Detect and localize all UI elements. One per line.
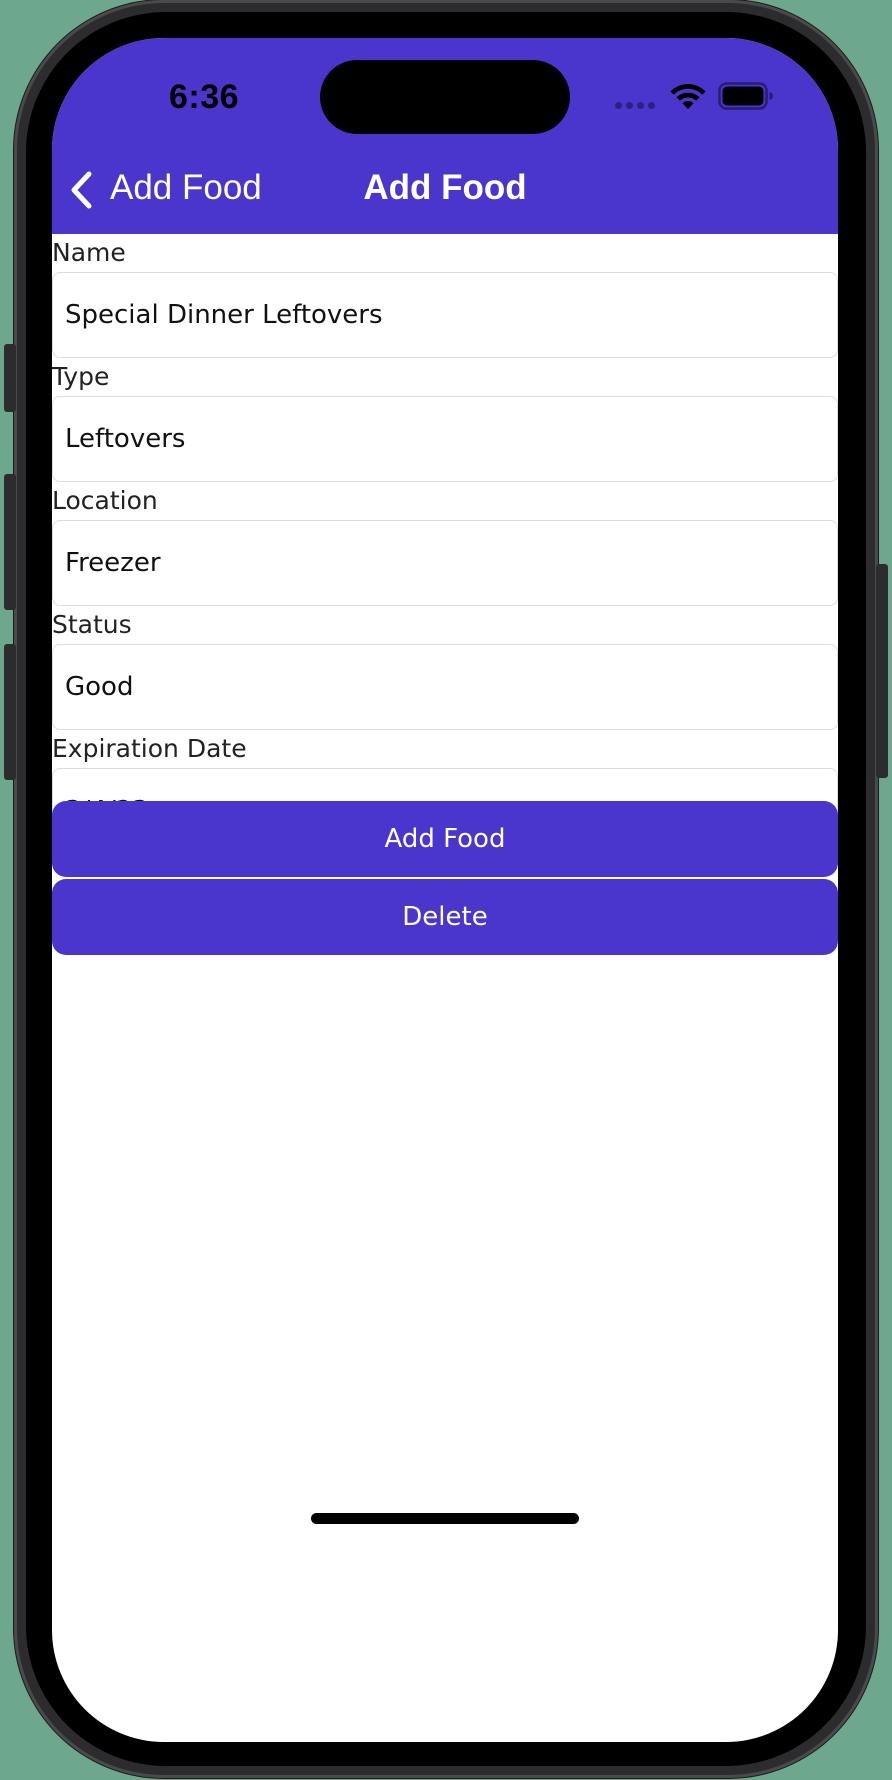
screen: 6:36 Add Food Add Food Name Special Dinn… (52, 38, 838, 1742)
wifi-icon (670, 84, 706, 109)
status-time: 6:36 (168, 78, 240, 116)
type-field[interactable]: Leftovers (52, 396, 838, 482)
dynamic-island (320, 60, 570, 134)
expiration-date-label: Expiration Date (52, 734, 247, 763)
delete-button[interactable]: Delete (52, 879, 838, 955)
volume-up-button-hardware (4, 474, 16, 610)
food-form: Name Special Dinner Leftovers Type Lefto… (52, 234, 838, 854)
name-field[interactable]: Special Dinner Leftovers (52, 272, 838, 358)
name-label: Name (52, 238, 126, 267)
page-title: Add Food (363, 168, 527, 207)
type-label: Type (52, 362, 110, 391)
status-label: Status (52, 610, 132, 639)
action-button-hardware (4, 344, 16, 412)
status-field[interactable]: Good (52, 644, 838, 730)
location-label: Location (52, 486, 158, 515)
volume-down-button-hardware (4, 644, 16, 780)
home-indicator[interactable] (311, 1513, 579, 1524)
battery-icon (718, 82, 773, 110)
chevron-left-icon[interactable] (66, 170, 96, 210)
cellular-signal-icon (615, 102, 657, 110)
location-field[interactable]: Freezer (52, 520, 838, 606)
power-button-hardware (876, 564, 888, 778)
back-button[interactable]: Add Food (110, 168, 262, 208)
add-food-button[interactable]: Add Food (52, 801, 838, 877)
navigation-header: 6:36 Add Food Add Food (52, 38, 838, 234)
form-actions: Add Food Delete (52, 801, 838, 957)
